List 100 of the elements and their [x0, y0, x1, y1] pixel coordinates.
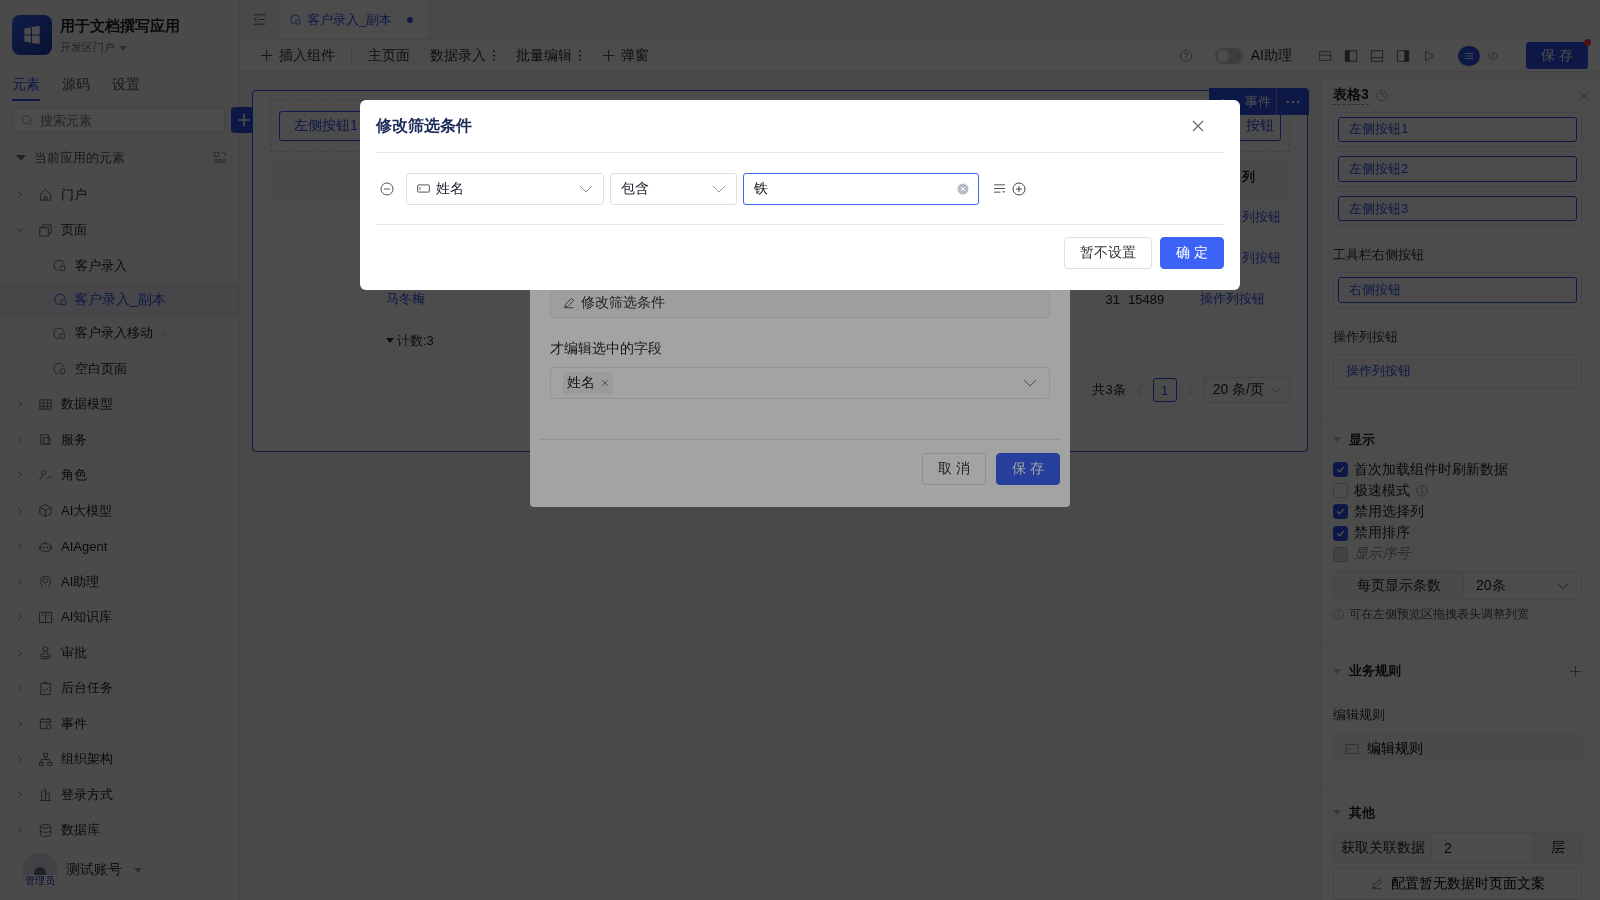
skip-button[interactable]: 暂不设置 — [1064, 237, 1152, 269]
left-panel-icon[interactable] — [1344, 48, 1358, 63]
close-icon[interactable] — [1192, 120, 1204, 132]
clipboard-icon — [38, 680, 53, 696]
name-link[interactable]: 马冬梅 — [386, 290, 425, 308]
toolbar-button[interactable]: 主页面 — [364, 46, 414, 65]
action-link[interactable]: 列按钮 — [1242, 249, 1281, 267]
field-select[interactable]: 姓名 — [550, 367, 1050, 399]
field-tag: 姓名 — [563, 372, 613, 394]
plus-icon[interactable] — [1569, 664, 1582, 678]
play-icon[interactable] — [1422, 48, 1436, 63]
app-logo-icon — [12, 15, 52, 55]
cancel-button[interactable]: 取 消 — [922, 453, 986, 485]
chevron-down-icon — [579, 184, 593, 193]
button-item[interactable]: 左侧按钮2 — [1338, 156, 1577, 182]
code-icon — [1487, 49, 1499, 62]
field-select[interactable]: 姓名 — [406, 172, 604, 205]
tree-item[interactable]: 服务 — [0, 422, 239, 458]
toolbar-button[interactable]: 弹窗 — [598, 46, 653, 65]
page-icon — [52, 361, 67, 377]
close-icon[interactable] — [601, 379, 609, 387]
button-item[interactable]: 右侧按钮 — [1338, 277, 1577, 303]
user-name[interactable]: 测试账号 — [66, 861, 122, 879]
page-button[interactable]: 1 — [1152, 378, 1177, 402]
summary-text: 计数:3 — [397, 331, 434, 350]
page-icon — [52, 325, 67, 341]
pencil-icon — [1370, 878, 1383, 891]
checkbox-label: 首次加载组件时刷新数据 — [1354, 460, 1508, 479]
role-label: 管理员 — [24, 875, 56, 886]
stack-icon — [38, 432, 53, 448]
check-icon — [1335, 506, 1346, 518]
tree-item[interactable]: 数据库 — [0, 812, 239, 848]
page-size-field[interactable]: 每页显示条数 20条 — [1333, 570, 1582, 601]
checkbox[interactable] — [1333, 525, 1348, 541]
tree-item[interactable]: 页面 — [0, 212, 239, 248]
section-title[interactable]: 业务规则 — [1349, 662, 1401, 681]
table-cell: 31 — [1105, 291, 1120, 307]
operator-select[interactable]: 包含 — [610, 172, 737, 205]
stacked-windows-icon — [38, 222, 53, 238]
dialog-title: 修改筛选条件 — [376, 115, 472, 136]
field-label: 才编辑选中的字段 — [550, 340, 663, 358]
toolbar-button[interactable]: 数据录入 — [426, 46, 500, 65]
pencil-icon — [563, 297, 575, 309]
remove-circle-icon[interactable] — [380, 181, 394, 196]
layout-toggle-icon[interactable] — [213, 151, 227, 165]
toolbar-button[interactable]: 插入组件 — [256, 46, 339, 65]
field-label: 编辑规则 — [1333, 706, 1386, 725]
save-button[interactable]: 保 存 — [996, 453, 1060, 485]
toolbar-button[interactable]: 批量编辑 — [512, 46, 586, 65]
tree-item[interactable]: AI知识库 — [0, 599, 239, 635]
total-count: 共3条 — [1092, 381, 1126, 399]
layout-icon[interactable] — [1318, 48, 1332, 63]
caret-icon[interactable] — [16, 155, 26, 161]
collapse-sidebar-icon[interactable] — [252, 12, 267, 27]
value-input[interactable]: 铁 — [743, 172, 979, 205]
bottom-panel-icon[interactable] — [1370, 48, 1384, 63]
section-title[interactable]: 显示 — [1349, 430, 1375, 449]
tree-item[interactable]: 数据模型 — [0, 386, 239, 422]
section-title[interactable]: 其他 — [1349, 803, 1375, 822]
tree-item[interactable]: 角色 — [0, 457, 239, 493]
sidebar-tab[interactable]: 元素 — [12, 68, 40, 101]
person-silhouette-icon — [32, 865, 48, 875]
checkbox[interactable] — [1333, 504, 1348, 520]
sort-lines-icon[interactable] — [993, 183, 1006, 194]
grid-icon — [38, 396, 53, 412]
button-item[interactable]: 左侧按钮3 — [1338, 195, 1577, 222]
related-data-field[interactable]: 获取关联数据 2 层 — [1333, 831, 1582, 864]
tree-item[interactable]: AI大模型 — [0, 493, 239, 529]
more-icon[interactable] — [1286, 99, 1300, 104]
button-item[interactable]: 左侧按钮1 — [1338, 116, 1577, 143]
action-link[interactable]: 列按钮 — [1242, 208, 1281, 226]
right-panel-icon[interactable] — [1396, 48, 1410, 63]
database-icon — [38, 822, 53, 838]
page-size-select[interactable]: 20 条/页 — [1203, 377, 1290, 403]
tree-item[interactable]: 空白页面 — [0, 351, 239, 387]
tree-item[interactable]: 事件 — [0, 706, 239, 742]
tree-item[interactable]: 登录方式 — [0, 777, 239, 813]
tree-item[interactable]: 后台任务 — [0, 670, 239, 706]
search-icon — [21, 114, 34, 127]
checkbox-label: 禁用排序 — [1354, 524, 1410, 543]
tree-item[interactable]: 审批 — [0, 635, 239, 671]
avatar[interactable]: 管理员 — [22, 853, 58, 887]
robot-icon — [38, 538, 53, 554]
filter-button[interactable]: 修改筛选条件 — [550, 288, 1050, 318]
empty-text-button[interactable]: 配置暂无数据时页面文案 — [1333, 868, 1582, 900]
tree-item[interactable]: AI助理 — [0, 564, 239, 600]
clear-icon[interactable] — [957, 182, 969, 195]
help-icon[interactable] — [1178, 48, 1193, 63]
tree-item[interactable]: 组织架构 — [0, 741, 239, 777]
checkbox-label: 极速模式 — [1354, 481, 1410, 500]
tree-item[interactable]: 客户录入 — [0, 248, 239, 284]
tree-item[interactable]: AIAgent — [0, 528, 239, 564]
building-icon — [38, 787, 53, 803]
column-header: 列 — [1241, 168, 1256, 186]
confirm-button[interactable]: 确 定 — [1160, 237, 1224, 269]
add-circle-icon[interactable] — [1012, 181, 1026, 196]
design-view-button[interactable] — [1458, 45, 1480, 66]
chevron-down-icon — [1023, 379, 1037, 387]
people-icon — [38, 467, 53, 483]
checkbox[interactable] — [1333, 462, 1348, 478]
